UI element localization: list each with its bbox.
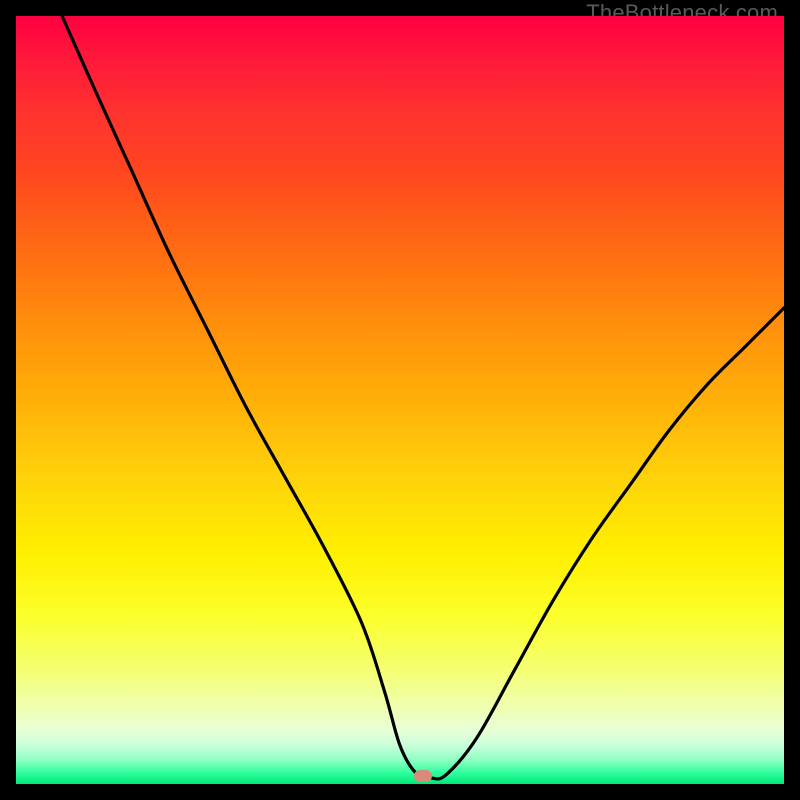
chart-frame: TheBottleneck.com bbox=[0, 0, 800, 800]
optimal-point-marker bbox=[414, 770, 432, 782]
plot-area bbox=[16, 16, 784, 784]
curve-svg bbox=[16, 16, 784, 784]
bottleneck-curve bbox=[62, 16, 784, 779]
